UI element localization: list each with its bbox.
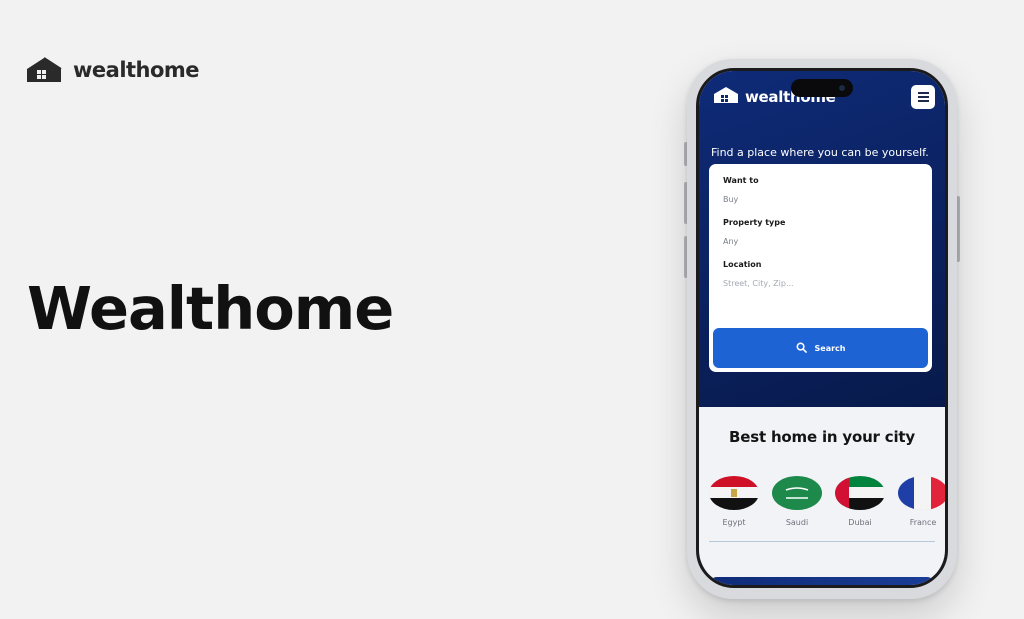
dynamic-island	[791, 79, 853, 97]
search-button-label: Search	[814, 343, 846, 353]
next-section-peek	[709, 577, 935, 585]
location-label: Location	[723, 260, 762, 269]
city-name: Saudi	[785, 518, 809, 527]
search-card: Want to Buy Property type Any Location S…	[709, 164, 932, 372]
property-type-field[interactable]: Property type Any	[723, 218, 918, 246]
brand-name: wealthome	[73, 58, 200, 82]
city-saudi[interactable]: Saudi	[772, 476, 822, 527]
tagline: Find a place where you can be yourself.	[711, 146, 929, 159]
city-egypt[interactable]: Egypt	[709, 476, 759, 527]
brand-logo: wealthome	[25, 56, 200, 84]
hamburger-icon	[917, 90, 929, 104]
divider	[709, 541, 935, 542]
uae-flag-icon	[835, 476, 885, 510]
france-flag-icon	[898, 476, 945, 510]
house-icon	[25, 56, 63, 84]
hero-title: Wealthome	[27, 274, 394, 343]
city-list: Egypt Saudi Dubai France	[709, 476, 945, 527]
city-dubai[interactable]: Dubai	[835, 476, 885, 527]
search-icon	[796, 342, 807, 355]
want-to-field[interactable]: Want to Buy	[723, 176, 918, 204]
menu-button[interactable]	[911, 85, 935, 109]
search-button[interactable]: Search	[713, 328, 928, 368]
saudi-flag-icon	[772, 476, 822, 510]
section-title: Best home in your city	[729, 428, 915, 446]
property-type-value[interactable]: Any	[723, 237, 918, 246]
house-icon	[713, 86, 739, 108]
want-to-value[interactable]: Buy	[723, 195, 918, 204]
location-input[interactable]	[723, 279, 918, 288]
city-name: Egypt	[722, 518, 746, 527]
want-to-label: Want to	[723, 176, 759, 185]
city-name: Dubai	[848, 518, 872, 527]
city-name: France	[909, 518, 937, 527]
phone-screen: wealthome Find a place where you can be …	[696, 68, 948, 588]
property-type-label: Property type	[723, 218, 786, 227]
phone-mockup: wealthome Find a place where you can be …	[687, 59, 957, 599]
city-france[interactable]: France	[898, 476, 945, 527]
location-field[interactable]: Location	[723, 260, 918, 290]
egypt-flag-icon	[709, 476, 759, 510]
